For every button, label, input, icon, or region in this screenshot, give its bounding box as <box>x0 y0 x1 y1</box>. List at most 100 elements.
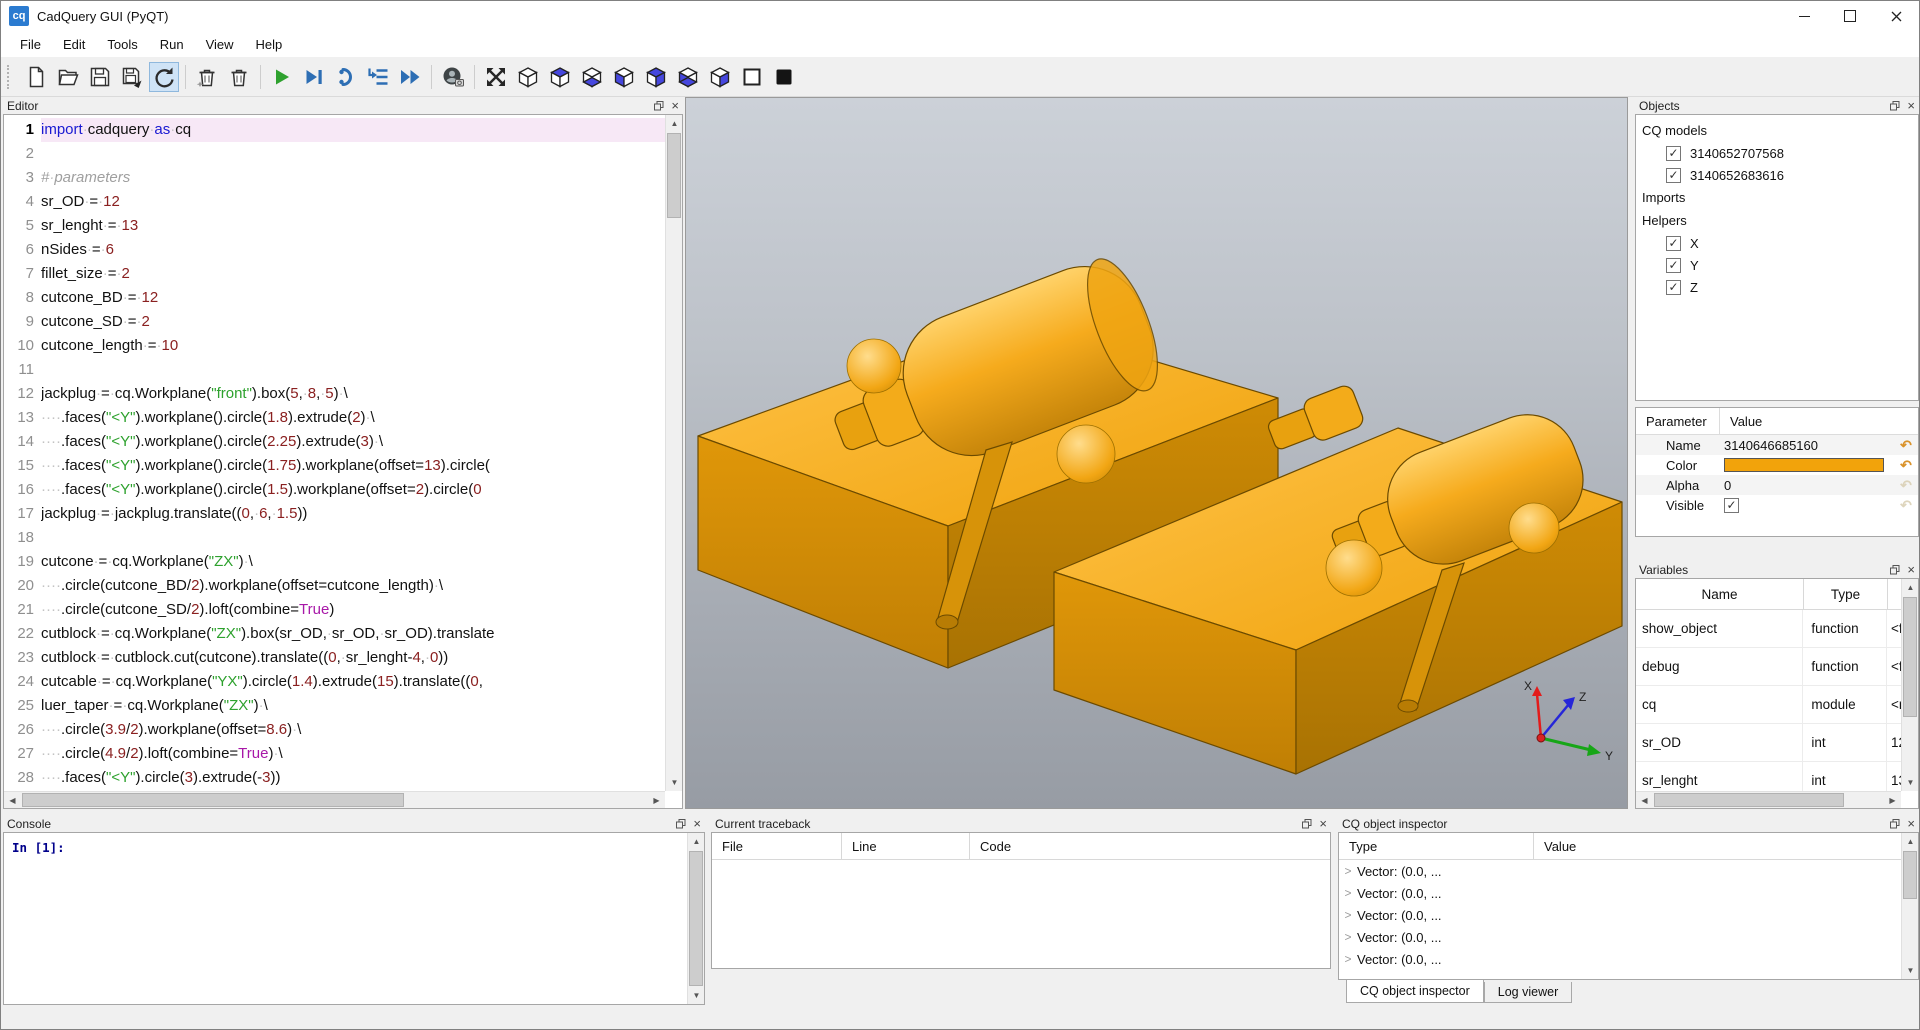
expand-chevron-icon[interactable]: > <box>1339 864 1357 878</box>
code-line[interactable]: 9cutcone_SD·=·2 <box>4 310 665 334</box>
expand-chevron-icon[interactable]: > <box>1339 886 1357 900</box>
float-panel-icon[interactable] <box>1890 101 1900 111</box>
float-panel-icon[interactable] <box>1302 819 1312 829</box>
code-line[interactable]: 10cutcone_length·=·10 <box>4 334 665 358</box>
scroll-down-icon[interactable]: ▼ <box>688 987 705 1004</box>
undo-icon[interactable]: ↶ <box>1894 477 1918 494</box>
tree-group-imports[interactable]: Imports <box>1636 186 1918 209</box>
new-script-button[interactable] <box>21 62 51 92</box>
scroll-up-icon[interactable]: ▲ <box>1902 579 1919 596</box>
variables-vertical-scrollbar[interactable]: ▲ ▼ <box>1901 579 1918 791</box>
close-panel-icon[interactable]: × <box>1907 819 1915 829</box>
tree-item[interactable]: ✓X <box>1636 232 1918 254</box>
3d-viewport[interactable]: X Z Y <box>685 97 1628 809</box>
checkbox-icon[interactable]: ✓ <box>1666 280 1681 295</box>
scrollbar-thumb[interactable] <box>667 133 681 218</box>
back-view-button[interactable] <box>641 62 671 92</box>
variable-row[interactable]: sr_ODint12 <box>1636 724 1901 762</box>
code-line[interactable]: 22cutblock·=·cq.Workplane("ZX").box(sr_O… <box>4 622 665 646</box>
orthographic-view-button[interactable] <box>737 62 767 92</box>
float-panel-icon[interactable] <box>1890 565 1900 575</box>
parameter-row[interactable]: Name3140646685160↶ <box>1636 435 1918 455</box>
parameter-row[interactable]: Visible✓↶ <box>1636 495 1918 515</box>
parameter-row[interactable]: Alpha0↶ <box>1636 475 1918 495</box>
delete-objects-button[interactable] <box>192 62 222 92</box>
expand-chevron-icon[interactable]: > <box>1339 908 1357 922</box>
bottom-view-button[interactable] <box>577 62 607 92</box>
code-line[interactable]: 8cutcone_BD·=·12 <box>4 286 665 310</box>
undo-icon[interactable]: ↶ <box>1894 437 1918 454</box>
console-prompt[interactable]: In [1]: <box>4 833 704 855</box>
code-column-header[interactable]: Code <box>970 833 1011 859</box>
expand-chevron-icon[interactable]: > <box>1339 952 1357 966</box>
maximize-button[interactable] <box>1827 1 1873 31</box>
code-line[interactable]: 3#·parameters <box>4 166 665 190</box>
inspector-row[interactable]: >Vector: (0.0, ... <box>1339 882 1901 904</box>
code-line[interactable]: 5sr_lenght·=·13 <box>4 214 665 238</box>
code-line[interactable]: 13····.faces("<Y").workplane().circle(1.… <box>4 406 665 430</box>
editor-vertical-scrollbar[interactable]: ▲ ▼ <box>665 115 682 791</box>
float-panel-icon[interactable] <box>1890 819 1900 829</box>
line-column-header[interactable]: Line <box>842 833 970 859</box>
checkbox-icon[interactable]: ✓ <box>1666 236 1681 251</box>
code-line[interactable]: 14····.faces("<Y").workplane().circle(2.… <box>4 430 665 454</box>
code-line[interactable]: 11 <box>4 358 665 382</box>
file-column-header[interactable]: File <box>712 833 842 859</box>
scroll-up-icon[interactable]: ▲ <box>666 115 683 132</box>
type-column-header[interactable]: Type <box>1804 579 1888 609</box>
close-panel-icon[interactable]: × <box>671 101 679 111</box>
tree-group-helpers[interactable]: Helpers <box>1636 209 1918 232</box>
checkbox-icon[interactable]: ✓ <box>1724 498 1739 513</box>
scrollbar-thumb[interactable] <box>689 851 703 986</box>
code-line[interactable]: 24cutcable·=·cq.Workplane("YX").circle(1… <box>4 670 665 694</box>
top-view-button[interactable] <box>545 62 575 92</box>
code-line[interactable]: 19cutcone·=·cq.Workplane("ZX")·\ <box>4 550 665 574</box>
render-button[interactable] <box>267 62 297 92</box>
variable-row[interactable]: sr_lenghtint13 <box>1636 762 1901 791</box>
left-view-button[interactable] <box>673 62 703 92</box>
right-view-button[interactable] <box>705 62 735 92</box>
code-line[interactable]: 16····.faces("<Y").workplane().circle(1.… <box>4 478 665 502</box>
editor-horizontal-scrollbar[interactable]: ◀ ▶ <box>4 791 665 808</box>
menu-run[interactable]: Run <box>149 37 195 52</box>
variables-horizontal-scrollbar[interactable]: ◀ ▶ <box>1636 791 1901 808</box>
checkbox-icon[interactable]: ✓ <box>1666 146 1681 161</box>
checkbox-icon[interactable]: ✓ <box>1666 168 1681 183</box>
float-panel-icon[interactable] <box>654 101 664 111</box>
continue-button[interactable] <box>395 62 425 92</box>
inspector-vertical-scrollbar[interactable]: ▲ ▼ <box>1901 833 1918 979</box>
debug-button[interactable] <box>299 62 329 92</box>
save-script-button[interactable] <box>85 62 115 92</box>
code-line[interactable]: 1import·cadquery·as·cq <box>4 118 665 142</box>
reload-script-button[interactable] <box>149 62 179 92</box>
scroll-right-icon[interactable]: ▶ <box>1884 792 1901 809</box>
parameter-row[interactable]: Color↶ <box>1636 455 1918 475</box>
scrollbar-thumb[interactable] <box>22 793 404 807</box>
menu-edit[interactable]: Edit <box>52 37 96 52</box>
shaded-view-button[interactable] <box>769 62 799 92</box>
tree-item[interactable]: ✓Z <box>1636 276 1918 298</box>
tree-item[interactable]: ✓Y <box>1636 254 1918 276</box>
value-column-header[interactable]: Value <box>1720 414 1762 429</box>
inspector-row[interactable]: >Vector: (0.0, ... <box>1339 904 1901 926</box>
close-button[interactable] <box>1873 1 1919 31</box>
iso-view-button[interactable] <box>513 62 543 92</box>
tree-item[interactable]: ✓3140652683616 <box>1636 164 1918 186</box>
name-column-header[interactable]: Name <box>1636 579 1804 609</box>
variable-row[interactable]: show_objectfunction<f <box>1636 610 1901 648</box>
checkbox-icon[interactable]: ✓ <box>1666 258 1681 273</box>
scrollbar-thumb[interactable] <box>1654 793 1844 807</box>
menu-view[interactable]: View <box>195 37 245 52</box>
front-view-button[interactable] <box>609 62 639 92</box>
parameter-column-header[interactable]: Parameter <box>1636 408 1720 434</box>
code-line[interactable]: 23cutblock·=·cutblock.cut(cutcone).trans… <box>4 646 665 670</box>
save-script-as-button[interactable] <box>117 62 147 92</box>
inspector-row[interactable]: >Vector: (0.0, ... <box>1339 860 1901 882</box>
step-button[interactable] <box>331 62 361 92</box>
inspector-row[interactable]: >Vector: (0.0, ... <box>1339 948 1901 970</box>
scrollbar-thumb[interactable] <box>1903 597 1917 717</box>
toolbar-grip[interactable] <box>7 65 14 89</box>
scroll-down-icon[interactable]: ▼ <box>1902 962 1919 979</box>
code-line[interactable]: 6nSides·=·6 <box>4 238 665 262</box>
code-line[interactable]: 20····.circle(cutcone_BD/2).workplane(of… <box>4 574 665 598</box>
